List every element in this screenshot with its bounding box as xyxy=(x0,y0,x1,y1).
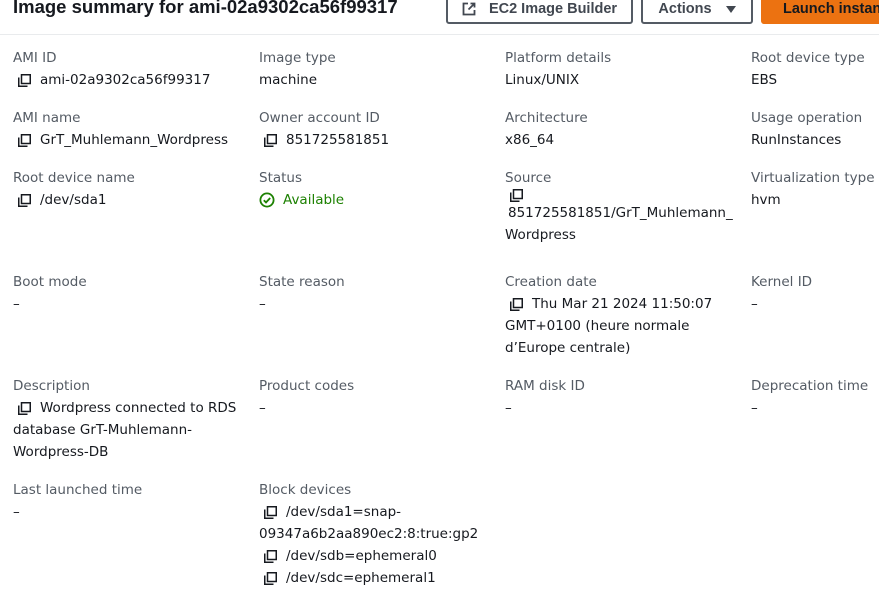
ec2-image-builder-button[interactable]: EC2 Image Builder xyxy=(446,0,633,24)
field-value: RunInstances xyxy=(751,132,842,148)
creation-date-line: Thu Mar 21 2024 11:50:07 xyxy=(532,296,713,312)
field-value: GrT_Muhlemann_Wordpress xyxy=(40,132,229,148)
copy-icon[interactable] xyxy=(510,297,523,311)
copy-icon[interactable] xyxy=(510,189,523,202)
field-product-codes: Product codes – xyxy=(259,375,489,419)
field-label: Description xyxy=(13,378,90,394)
block-device-line: /dev/sda1=snap- xyxy=(286,504,402,520)
field-value: – xyxy=(259,400,266,416)
field-description: Description Wordpress connected to RDS d… xyxy=(13,375,243,463)
field-label: State reason xyxy=(259,274,345,290)
block-device-line: 09347a6b2aa890ec2:8:true:gp2 xyxy=(259,526,479,542)
page-title: Image summary for ami-02a9302ca56f99317 xyxy=(13,0,398,17)
block-device-line: /dev/sdb=ephemeral0 xyxy=(286,548,437,564)
copy-icon[interactable] xyxy=(264,505,277,519)
field-boot-mode: Boot mode – xyxy=(13,271,243,315)
field-label: Usage operation xyxy=(751,110,863,126)
field-value: – xyxy=(505,400,512,416)
creation-date-line: GMT+0100 (heure normale xyxy=(505,318,690,334)
check-circle-icon xyxy=(259,192,275,208)
field-kernel-id: Kernel ID – xyxy=(751,271,879,315)
field-root-device-type: Root device type EBS xyxy=(751,47,879,91)
field-creation-date: Creation date Thu Mar 21 2024 11:50:07 G… xyxy=(505,271,735,359)
external-link-icon xyxy=(462,2,476,16)
actions-label: Actions xyxy=(658,1,712,17)
field-virtualization-type: Virtualization type hvm xyxy=(751,167,879,211)
page-header: Image summary for ami-02a9302ca56f99317 … xyxy=(0,0,879,35)
field-last-launched-time: Last launched time – xyxy=(13,479,243,523)
copy-icon[interactable] xyxy=(18,401,31,415)
field-label: Deprecation time xyxy=(751,378,869,394)
field-label: Product codes xyxy=(259,378,355,394)
field-value: ami-02a9302ca56f99317 xyxy=(40,72,211,88)
field-platform-details: Platform details Linux/UNIX xyxy=(505,47,735,91)
field-label: Kernel ID xyxy=(751,274,813,290)
field-label: Architecture xyxy=(505,110,588,126)
field-root-device-name: Root device name /dev/sda1 xyxy=(13,167,243,211)
field-value: EBS xyxy=(751,72,778,88)
field-value: – xyxy=(13,504,20,520)
field-label: Root device name xyxy=(13,170,135,186)
ec2-image-builder-label: EC2 Image Builder xyxy=(488,1,618,17)
field-label: Status xyxy=(259,170,303,186)
copy-icon[interactable] xyxy=(18,73,31,87)
field-label: AMI ID xyxy=(13,50,57,66)
field-value: – xyxy=(751,296,758,312)
field-ami-id: AMI ID ami-02a9302ca56f99317 xyxy=(13,47,243,91)
description-line: database GrT-Muhlemann- xyxy=(13,422,192,438)
copy-icon[interactable] xyxy=(264,549,277,563)
field-value: 851725581851 xyxy=(286,132,390,148)
field-block-devices: Block devices /dev/sda1=snap- 09347a6b2a… xyxy=(259,479,499,589)
caret-down-icon xyxy=(725,5,736,13)
field-label: Owner account ID xyxy=(259,110,380,126)
field-label: Boot mode xyxy=(13,274,87,290)
field-usage-operation: Usage operation RunInstances xyxy=(751,107,879,151)
field-value: – xyxy=(751,400,758,416)
field-status: Status Available xyxy=(259,167,489,211)
field-label: Image type xyxy=(259,50,336,66)
source-line: 851725581851/GrT_Muhlemann_ xyxy=(508,205,733,221)
field-ram-disk-id: RAM disk ID – xyxy=(505,375,735,419)
copy-icon[interactable] xyxy=(18,133,31,147)
field-value: – xyxy=(259,296,266,312)
creation-date-line: d’Europe centrale) xyxy=(505,340,631,356)
field-value: machine xyxy=(259,72,318,88)
field-label: Last launched time xyxy=(13,482,143,498)
field-label: Platform details xyxy=(505,50,612,66)
description-line: Wordpress connected to RDS xyxy=(40,400,237,416)
field-value: x86_64 xyxy=(505,132,555,148)
field-value: hvm xyxy=(751,192,781,208)
launch-instance-button[interactable]: Launch instance xyxy=(761,0,879,24)
launch-instance-label: Launch instance xyxy=(783,1,879,17)
copy-icon[interactable] xyxy=(18,193,31,207)
field-image-type: Image type machine xyxy=(259,47,489,91)
field-value: – xyxy=(13,296,20,312)
copy-icon[interactable] xyxy=(264,571,277,585)
field-deprecation-time: Deprecation time – xyxy=(751,375,879,419)
field-label: Creation date xyxy=(505,274,597,290)
description-line: Wordpress-DB xyxy=(13,444,109,460)
copy-icon[interactable] xyxy=(264,133,277,147)
field-label: Source xyxy=(505,170,552,186)
field-ami-name: AMI name GrT_Muhlemann_Wordpress xyxy=(13,107,243,151)
field-value: /dev/sda1 xyxy=(40,192,107,208)
field-architecture: Architecture x86_64 xyxy=(505,107,735,151)
actions-dropdown-button[interactable]: Actions xyxy=(641,0,753,24)
field-label: AMI name xyxy=(13,110,81,126)
source-line: Wordpress xyxy=(505,227,576,243)
status-value: Available xyxy=(283,192,345,208)
status-badge: Available xyxy=(259,189,489,211)
field-label: Root device type xyxy=(751,50,865,66)
field-label: Virtualization type xyxy=(751,170,875,186)
field-source: Source 851725581851/GrT_Muhlemann_ Wordp… xyxy=(505,167,735,246)
field-value: Linux/UNIX xyxy=(505,72,580,88)
field-label: RAM disk ID xyxy=(505,378,585,394)
field-label: Block devices xyxy=(259,482,352,498)
field-state-reason: State reason – xyxy=(259,271,489,315)
field-owner-account-id: Owner account ID 851725581851 xyxy=(259,107,489,151)
